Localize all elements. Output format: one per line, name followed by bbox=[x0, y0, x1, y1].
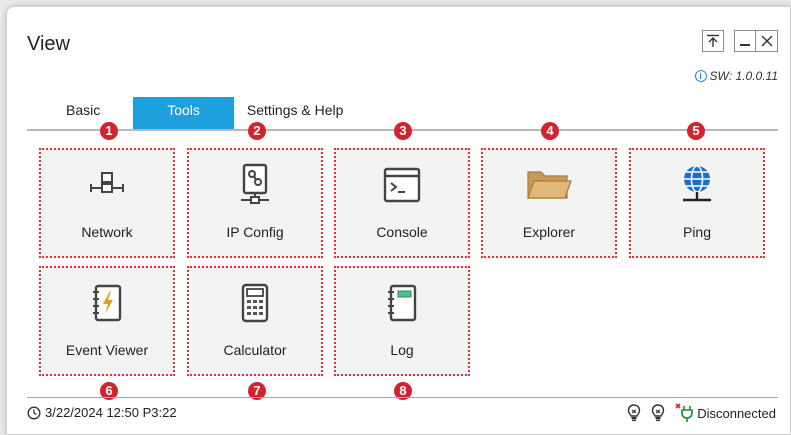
globe-icon bbox=[631, 164, 763, 206]
ip-config-icon bbox=[189, 163, 321, 206]
console-icon bbox=[336, 164, 468, 206]
minimize-button[interactable] bbox=[734, 30, 756, 52]
tool-label: Explorer bbox=[522, 224, 576, 240]
notebook-icon bbox=[336, 282, 468, 324]
clock-icon bbox=[27, 405, 41, 420]
lightbulb-icon bbox=[628, 404, 641, 421]
lightbulb-icon bbox=[652, 404, 665, 421]
callout-badge: 2 bbox=[248, 122, 266, 140]
tool-event-viewer[interactable]: Event Viewer bbox=[39, 266, 175, 376]
callout-badge: 4 bbox=[541, 122, 559, 140]
tool-label: Calculator bbox=[223, 342, 287, 358]
window-button-group bbox=[734, 30, 778, 52]
tool-calculator[interactable]: Calculator bbox=[187, 266, 323, 376]
disconnected-plug-icon bbox=[675, 403, 694, 422]
callout-badge: 3 bbox=[394, 122, 412, 140]
tool-ping[interactable]: Ping bbox=[629, 148, 765, 258]
connection-text: Disconnected bbox=[697, 405, 776, 421]
status-datetime: 3/22/2024 12:50 P3:22 bbox=[27, 405, 177, 420]
status-divider bbox=[27, 397, 778, 398]
tool-label: Log bbox=[390, 342, 414, 358]
event-viewer-icon bbox=[41, 282, 173, 324]
datetime-text: 3/22/2024 12:50 P3:22 bbox=[45, 405, 177, 420]
callout-badge: 5 bbox=[687, 122, 705, 140]
window-title: View bbox=[27, 33, 70, 55]
close-button[interactable] bbox=[756, 30, 778, 52]
pin-top-icon bbox=[707, 34, 719, 47]
tool-label: Console bbox=[376, 224, 428, 240]
main-window: View i SW: 1.0.0.11 Basic Tools Settings… bbox=[6, 6, 791, 435]
status-indicators: Disconnected bbox=[627, 403, 776, 423]
calculator-icon bbox=[189, 282, 321, 324]
window-controls bbox=[702, 30, 778, 52]
pin-to-top-button[interactable] bbox=[702, 30, 724, 52]
version-text: SW: 1.0.0.11 bbox=[709, 69, 778, 83]
tool-label: Network bbox=[81, 224, 133, 240]
tool-label: Ping bbox=[682, 224, 712, 240]
callout-badge: 1 bbox=[100, 122, 118, 140]
minimize-icon bbox=[740, 44, 750, 46]
tab-basic[interactable]: Basic bbox=[33, 97, 133, 129]
tool-network[interactable]: Network bbox=[39, 148, 175, 258]
tab-tools[interactable]: Tools bbox=[133, 97, 234, 129]
tool-ip-config[interactable]: IP Config bbox=[187, 148, 323, 258]
tool-explorer[interactable]: Explorer bbox=[481, 148, 617, 258]
tab-bar: Basic Tools Settings & Help bbox=[33, 97, 359, 129]
folder-icon bbox=[483, 164, 615, 206]
software-version: i SW: 1.0.0.11 bbox=[694, 69, 778, 83]
tool-label: Event Viewer bbox=[65, 342, 149, 358]
info-icon: i bbox=[694, 70, 707, 82]
network-icon bbox=[41, 164, 173, 206]
tool-label: IP Config bbox=[226, 224, 284, 240]
connection-status: Disconnected bbox=[675, 403, 776, 423]
tool-log[interactable]: Log bbox=[334, 266, 470, 376]
close-icon bbox=[761, 35, 772, 47]
tool-console[interactable]: Console bbox=[334, 148, 470, 258]
